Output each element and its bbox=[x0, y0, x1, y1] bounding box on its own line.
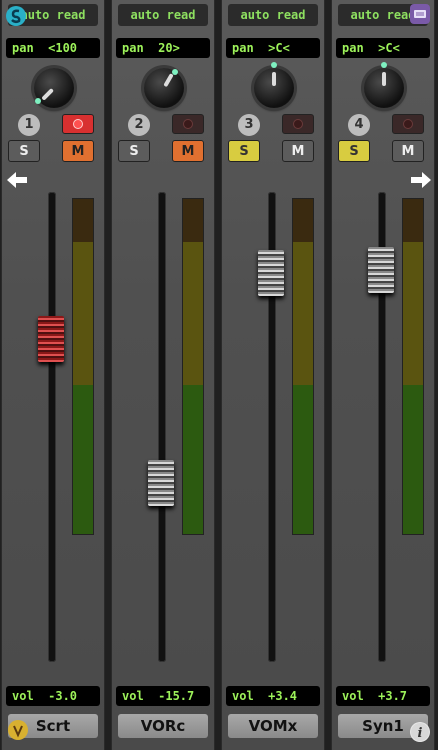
pan-display: pan 20> bbox=[116, 38, 210, 58]
solo-button[interactable]: S bbox=[118, 140, 150, 162]
channel-strip-1: auto read pan <100 1 S M vol -3.0 Scrt bbox=[1, 0, 105, 750]
mute-button[interactable]: M bbox=[282, 140, 314, 162]
record-arm-button[interactable] bbox=[392, 114, 424, 134]
level-meter bbox=[292, 198, 314, 535]
record-icon bbox=[293, 119, 303, 129]
pan-knob[interactable] bbox=[34, 68, 74, 108]
pan-display: pan <100 bbox=[6, 38, 100, 58]
volume-fader[interactable] bbox=[38, 316, 64, 362]
level-meter bbox=[182, 198, 204, 535]
channel-strip-2: auto read pan 20> 2 S M vol -15.7 VORc bbox=[111, 0, 215, 750]
fader-track[interactable] bbox=[158, 192, 166, 662]
track-number-badge: 1 bbox=[18, 114, 40, 136]
solo-button[interactable]: S bbox=[228, 140, 260, 162]
vip-logo-icon[interactable] bbox=[8, 720, 28, 740]
mute-button[interactable]: M bbox=[392, 140, 424, 162]
record-arm-button[interactable] bbox=[282, 114, 314, 134]
track-number-badge: 3 bbox=[238, 114, 260, 136]
track-number-badge: 4 bbox=[348, 114, 370, 136]
volume-display: vol -15.7 bbox=[116, 686, 210, 706]
pan-display: pan >C< bbox=[336, 38, 430, 58]
volume-fader[interactable] bbox=[368, 247, 394, 293]
volume-display: vol -3.0 bbox=[6, 686, 100, 706]
mute-button[interactable]: M bbox=[172, 140, 204, 162]
record-icon bbox=[403, 119, 413, 129]
right-arrow-icon[interactable] bbox=[410, 170, 432, 190]
automation-mode-button[interactable]: auto read bbox=[228, 4, 318, 26]
svg-text:i: i bbox=[418, 726, 423, 741]
pan-knob[interactable] bbox=[364, 62, 404, 108]
record-arm-button[interactable] bbox=[62, 114, 94, 134]
record-icon bbox=[183, 119, 193, 129]
record-arm-button[interactable] bbox=[172, 114, 204, 134]
level-meter bbox=[402, 198, 424, 535]
app-logo-icon[interactable] bbox=[6, 6, 26, 26]
channel-strip-4: auto read pan >C< 4 S M vol +3.7 Syn1 i bbox=[331, 0, 435, 750]
channel-strip-3: auto read pan >C< 3 S M vol +3.4 VOMx bbox=[221, 0, 325, 750]
pan-knob[interactable] bbox=[144, 68, 184, 108]
solo-button[interactable]: S bbox=[338, 140, 370, 162]
pan-knob[interactable] bbox=[254, 62, 294, 108]
track-name-label[interactable]: VORc bbox=[118, 714, 208, 738]
automation-mode-button[interactable]: auto read bbox=[118, 4, 208, 26]
track-number-badge: 2 bbox=[128, 114, 150, 136]
menu-icon[interactable] bbox=[410, 4, 430, 24]
volume-display: vol +3.7 bbox=[336, 686, 430, 706]
record-icon bbox=[73, 119, 83, 129]
mixer-app: auto read pan <100 1 S M vol -3.0 Scrt a… bbox=[0, 0, 438, 750]
pan-display: pan >C< bbox=[226, 38, 320, 58]
fader-track[interactable] bbox=[48, 192, 56, 662]
info-icon[interactable]: i bbox=[410, 722, 430, 742]
track-name-label[interactable]: VOMx bbox=[228, 714, 318, 738]
volume-fader[interactable] bbox=[148, 460, 174, 506]
volume-fader[interactable] bbox=[258, 250, 284, 296]
mute-button[interactable]: M bbox=[62, 140, 94, 162]
solo-button[interactable]: S bbox=[8, 140, 40, 162]
level-meter bbox=[72, 198, 94, 535]
left-arrow-icon[interactable] bbox=[6, 170, 28, 190]
volume-display: vol +3.4 bbox=[226, 686, 320, 706]
